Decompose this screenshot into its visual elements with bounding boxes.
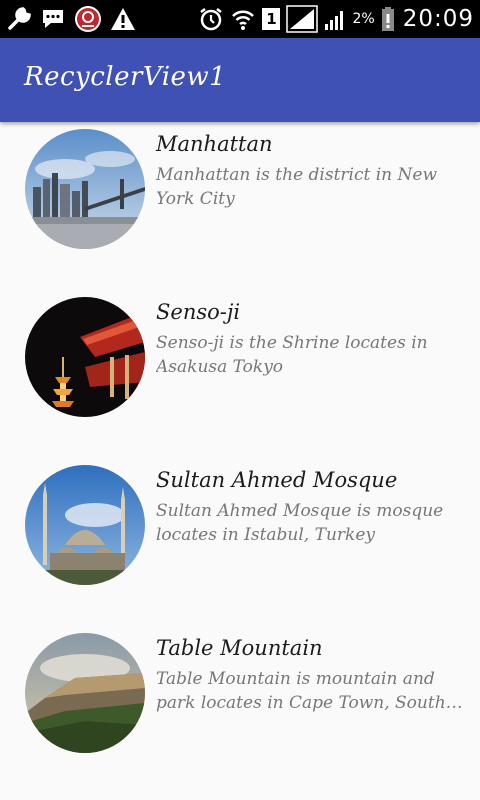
signal-strength-icon xyxy=(286,5,319,33)
item-title: Sultan Ahmed Mosque xyxy=(156,468,398,492)
alarm-badge-icon xyxy=(74,6,102,32)
list-item[interactable]: Manhattan Manhattan is the district in N… xyxy=(0,122,480,290)
battery-percent: 2% xyxy=(352,11,375,27)
chat-icon xyxy=(40,6,66,32)
item-title: Manhattan xyxy=(156,132,273,156)
wrench-icon xyxy=(6,6,32,32)
warning-icon xyxy=(110,6,136,32)
list-item[interactable]: Senso-ji Senso-ji is the Shrine locates … xyxy=(0,290,480,458)
app-toolbar: RecyclerView1 xyxy=(0,38,480,122)
list-item[interactable]: Sultan Ahmed Mosque Sultan Ahmed Mosque … xyxy=(0,458,480,626)
signal-strength-2-icon xyxy=(324,6,346,32)
wifi-icon xyxy=(230,6,256,32)
item-description: Table Mountain is mountain and park loca… xyxy=(156,669,446,713)
toolbar-title: RecyclerView1 xyxy=(24,62,227,92)
item-title: Table Mountain xyxy=(156,636,323,660)
item-description: Manhattan is the district in New York Ci… xyxy=(156,165,438,209)
item-description: Sultan Ahmed Mosque is mosque locates in… xyxy=(156,501,444,545)
pagoda-image xyxy=(25,297,145,417)
battery-low-icon xyxy=(381,6,395,32)
mosque-image xyxy=(25,465,145,585)
alarm-clock-icon xyxy=(198,6,224,32)
status-bar-notifications xyxy=(6,5,136,33)
status-bar-system: 1 2% 20:09 xyxy=(198,5,474,33)
mountain-image xyxy=(25,633,145,753)
item-title: Senso-ji xyxy=(156,300,241,324)
clock-time: 20:09 xyxy=(402,6,474,32)
city-skyline-image xyxy=(25,129,145,249)
item-description: Senso-ji is the Shrine locates in Asakus… xyxy=(156,333,428,377)
sim-indicator: 1 xyxy=(262,8,281,30)
status-bar: 1 2% 20:09 xyxy=(0,0,480,38)
list-item[interactable]: Table Mountain Table Mountain is mountai… xyxy=(0,626,480,794)
